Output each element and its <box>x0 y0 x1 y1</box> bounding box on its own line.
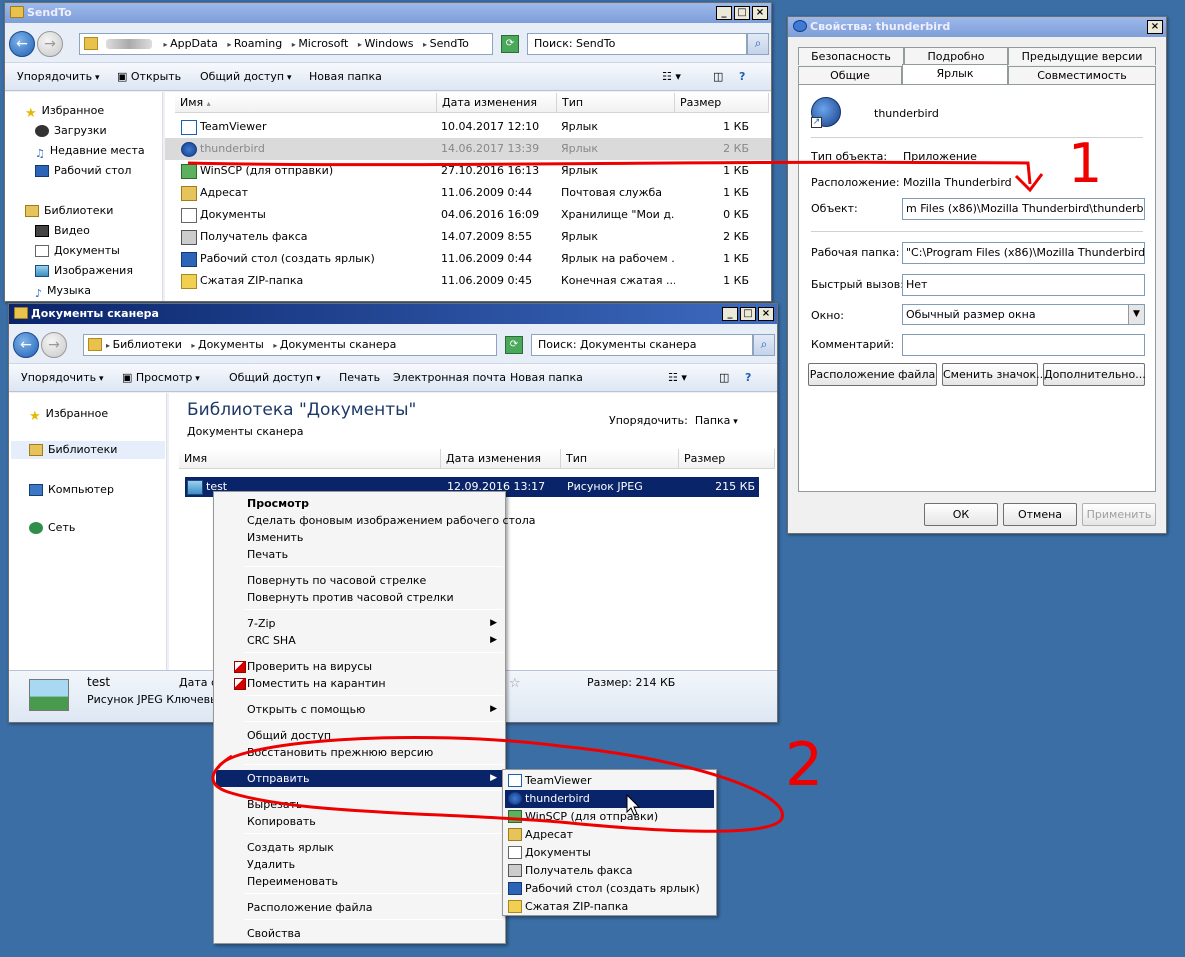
tab-shortcut[interactable]: Ярлык <box>902 64 1008 84</box>
mouse-cursor-icon <box>626 794 641 816</box>
annotation-overlay: 1 2 <box>187 132 1102 833</box>
annotation-number-two: 2 <box>785 730 823 800</box>
annotation-ellipse <box>211 736 784 833</box>
annotation-arrow-line <box>187 160 1032 185</box>
annotation-number-one: 1 <box>1068 132 1102 195</box>
